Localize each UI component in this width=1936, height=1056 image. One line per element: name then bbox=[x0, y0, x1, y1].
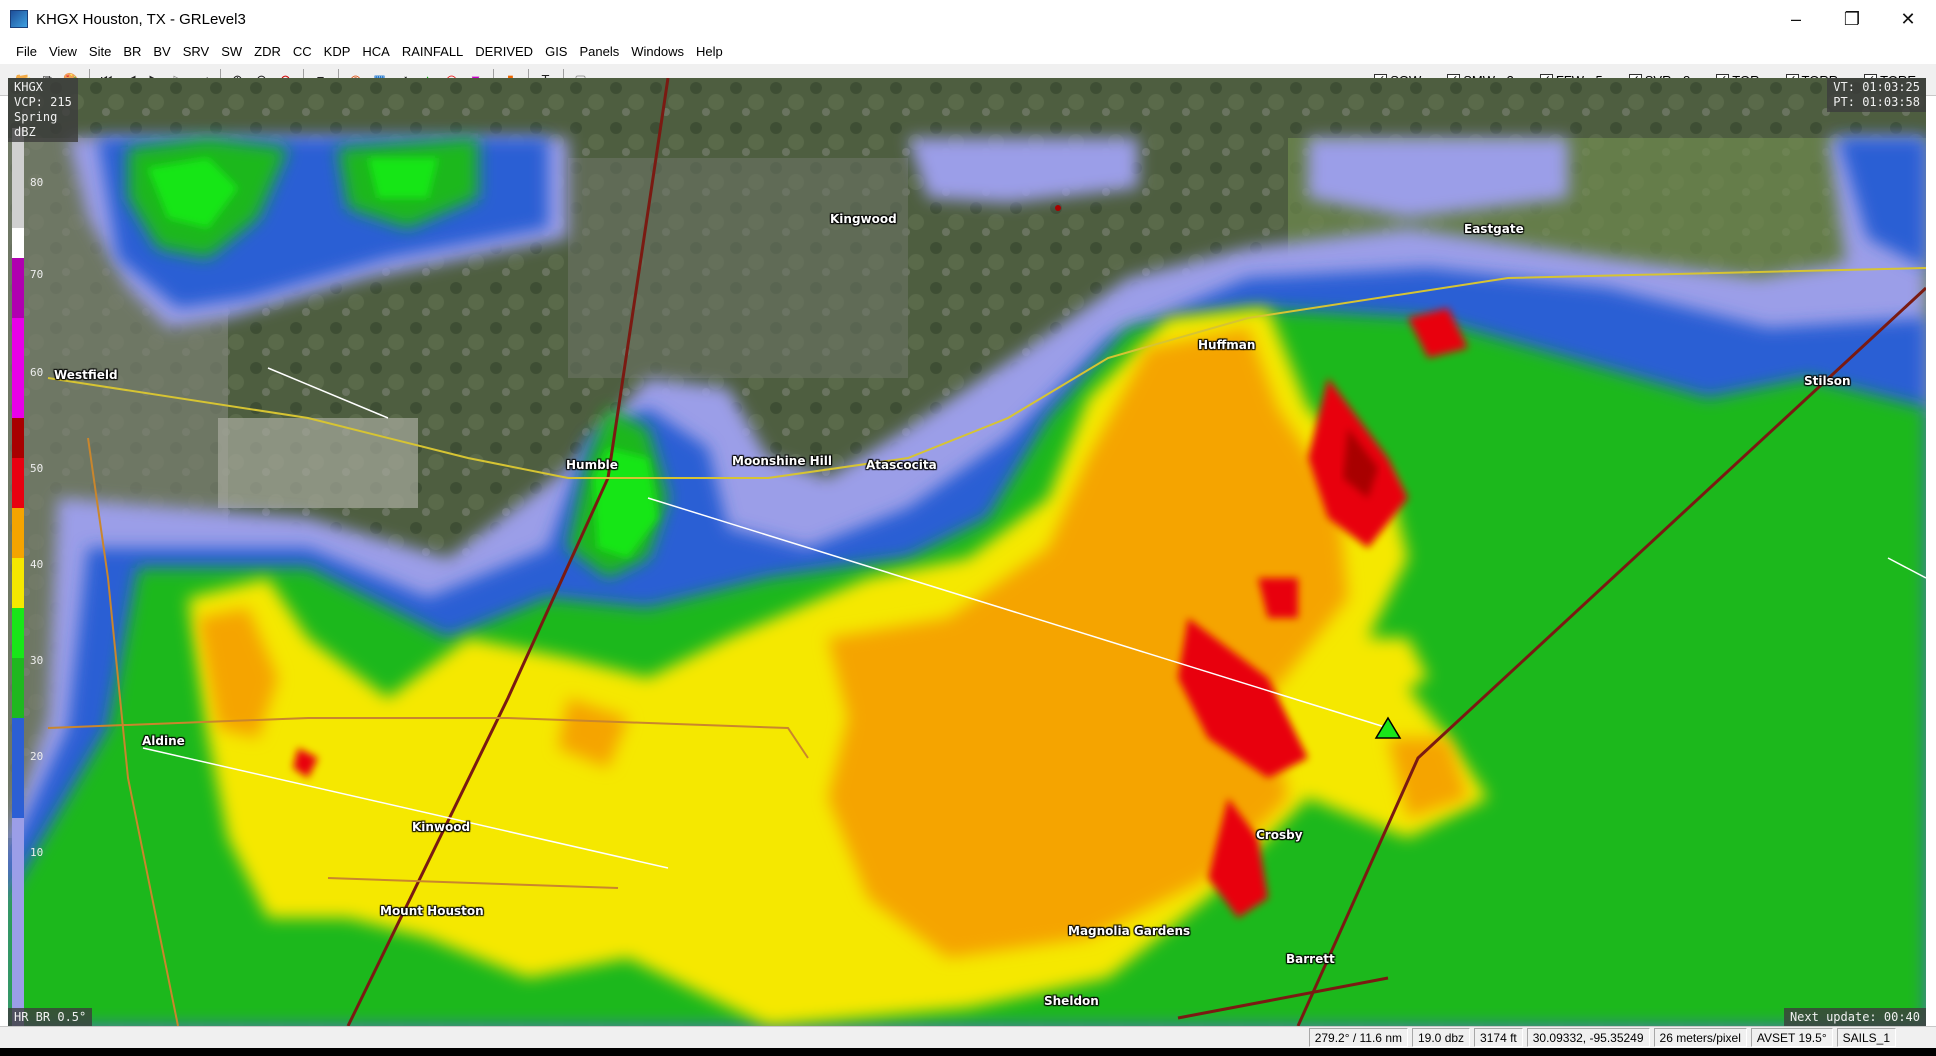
restore-button[interactable]: ❐ bbox=[1824, 0, 1880, 38]
menu-derived[interactable]: DERIVED bbox=[469, 44, 539, 59]
site-info: KHGX VCP: 215 Spring dBZ bbox=[8, 78, 78, 142]
menu-view[interactable]: View bbox=[43, 44, 83, 59]
place-stilson: Stilson bbox=[1804, 374, 1851, 388]
title-bar[interactable]: KHGX Houston, TX - GRLevel3 – ❐ ✕ bbox=[0, 0, 1936, 38]
menu-site[interactable]: Site bbox=[83, 44, 117, 59]
radar-display[interactable]: 80 70 60 50 40 30 20 10 KHGX VCP: 215 Sp… bbox=[8, 78, 1926, 1026]
place-magnolia-gardens: Magnolia Gardens bbox=[1068, 924, 1191, 938]
status-azimuth-range: 279.2° / 11.6 nm bbox=[1308, 1028, 1408, 1047]
menu-zdr[interactable]: ZDR bbox=[248, 44, 287, 59]
place-eastgate: Eastgate bbox=[1464, 222, 1524, 236]
place-westfield: Westfield bbox=[54, 368, 118, 382]
status-avset: AVSET 19.5° bbox=[1750, 1028, 1833, 1047]
radar-map[interactable] bbox=[8, 78, 1926, 1026]
status-sails: SAILS_1 bbox=[1836, 1028, 1896, 1047]
volume-time: VT: 01:03:25 bbox=[1833, 80, 1920, 94]
place-kinwood: Kinwood bbox=[412, 820, 471, 834]
grlevel3-window: KHGX Houston, TX - GRLevel3 – ❐ ✕ File V… bbox=[0, 0, 1936, 1056]
place-kingwood: Kingwood bbox=[830, 212, 897, 226]
menu-help[interactable]: Help bbox=[690, 44, 729, 59]
airport-area bbox=[218, 418, 418, 508]
status-bar: 279.2° / 11.6 nm 19.0 dbz 3174 ft 30.093… bbox=[0, 1026, 1936, 1048]
menu-windows[interactable]: Windows bbox=[625, 44, 690, 59]
legend-tick: 80 bbox=[30, 176, 44, 189]
place-sheldon: Sheldon bbox=[1044, 994, 1099, 1008]
close-button[interactable]: ✕ bbox=[1880, 0, 1936, 38]
vcp-label: VCP: 215 bbox=[14, 95, 72, 109]
legend-tick: 60 bbox=[30, 366, 44, 379]
place-crosby: Crosby bbox=[1256, 828, 1303, 842]
menu-file[interactable]: File bbox=[10, 44, 43, 59]
place-atascocita: Atascocita bbox=[866, 458, 937, 472]
app-icon bbox=[10, 10, 28, 28]
legend-tick: 50 bbox=[30, 462, 44, 475]
status-scale: 26 meters/pixel bbox=[1653, 1028, 1747, 1047]
legend-tick: 30 bbox=[30, 654, 44, 667]
product-time: PT: 01:03:58 bbox=[1833, 95, 1920, 109]
place-huffman: Huffman bbox=[1198, 338, 1256, 352]
point-marker-icon bbox=[1055, 205, 1061, 211]
place-aldine: Aldine bbox=[142, 734, 185, 748]
taskbar-edge bbox=[0, 1048, 1936, 1056]
reflectivity-legend: 80 70 60 50 40 30 20 10 bbox=[12, 128, 43, 1026]
menu-gis[interactable]: GIS bbox=[539, 44, 573, 59]
legend-colorbar bbox=[12, 128, 24, 1026]
place-mount-houston: Mount Houston bbox=[380, 904, 484, 918]
product-label: HR BR 0.5° bbox=[8, 1008, 93, 1026]
mode-label: Spring bbox=[14, 110, 58, 124]
time-info: VT: 01:03:25 PT: 01:03:58 bbox=[1827, 78, 1926, 112]
place-barrett: Barrett bbox=[1286, 952, 1335, 966]
legend-tick: 20 bbox=[30, 750, 44, 763]
menu-panels[interactable]: Panels bbox=[573, 44, 625, 59]
menu-cc[interactable]: CC bbox=[287, 44, 318, 59]
status-value: 19.0 dbz bbox=[1412, 1028, 1471, 1047]
place-humble: Humble bbox=[566, 458, 618, 472]
menu-sw[interactable]: SW bbox=[215, 44, 248, 59]
window-controls: – ❐ ✕ bbox=[1768, 0, 1936, 38]
status-latlon: 30.09332, -95.35249 bbox=[1526, 1028, 1650, 1047]
legend-tick: 10 bbox=[30, 846, 44, 859]
menu-rainfall[interactable]: RAINFALL bbox=[396, 44, 469, 59]
urban-kingwood bbox=[568, 158, 908, 378]
menu-srv[interactable]: SRV bbox=[177, 44, 216, 59]
minimize-button[interactable]: – bbox=[1768, 0, 1824, 38]
units-label: dBZ bbox=[14, 125, 36, 139]
legend-tick: 40 bbox=[30, 558, 44, 571]
menu-bar: File View Site BR BV SRV SW ZDR CC KDP H… bbox=[0, 38, 1936, 64]
status-height: 3174 ft bbox=[1474, 1028, 1523, 1047]
window-title: KHGX Houston, TX - GRLevel3 bbox=[36, 10, 246, 28]
next-update-label: Next update: 00:40 bbox=[1783, 1008, 1926, 1026]
place-moonshine-hill: Moonshine Hill bbox=[732, 454, 833, 468]
menu-hca[interactable]: HCA bbox=[356, 44, 395, 59]
site-code: KHGX bbox=[14, 80, 43, 94]
menu-kdp[interactable]: KDP bbox=[318, 44, 357, 59]
menu-br[interactable]: BR bbox=[117, 44, 147, 59]
legend-tick: 70 bbox=[30, 268, 44, 281]
menu-bv[interactable]: BV bbox=[147, 44, 176, 59]
